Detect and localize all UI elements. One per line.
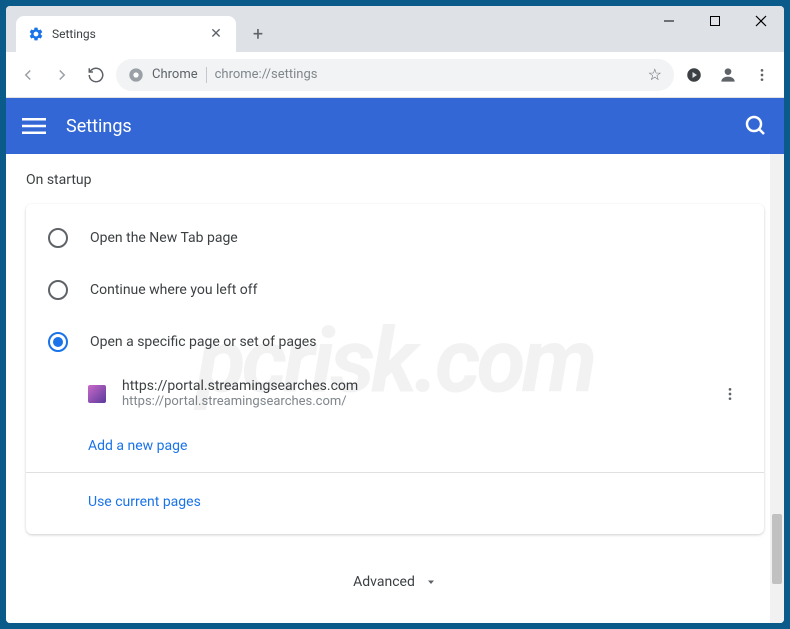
chevron-down-icon xyxy=(425,576,437,588)
settings-page: Settings On startup Open the New Tab pag… xyxy=(6,98,784,623)
close-window-button[interactable] xyxy=(738,6,784,36)
tab-title: Settings xyxy=(52,27,208,41)
gear-icon xyxy=(28,26,44,42)
reload-button[interactable] xyxy=(82,61,110,89)
radio-label: Open a specific page or set of pages xyxy=(90,334,316,350)
page-url: https://portal.streamingsearches.com/ xyxy=(122,394,702,409)
maximize-button[interactable] xyxy=(692,6,738,36)
radio-icon xyxy=(48,228,68,248)
radio-icon xyxy=(48,280,68,300)
divider xyxy=(26,472,764,473)
new-tab-button[interactable]: + xyxy=(244,20,272,48)
use-current-link: Use current pages xyxy=(88,494,201,510)
search-icon[interactable] xyxy=(744,114,768,138)
advanced-toggle[interactable]: Advanced xyxy=(26,574,764,590)
browser-tab[interactable]: Settings ✕ xyxy=(16,16,236,52)
use-current-row[interactable]: Use current pages xyxy=(26,475,764,526)
kebab-menu-icon[interactable] xyxy=(748,61,776,89)
toolbar: Chrome chrome://settings ☆ xyxy=(6,52,784,98)
window-controls xyxy=(646,6,784,36)
scrollbar-thumb[interactable] xyxy=(772,514,782,584)
hamburger-icon[interactable] xyxy=(22,114,46,138)
add-page-link: Add a new page xyxy=(88,438,187,454)
startup-card: Open the New Tab page Continue where you… xyxy=(26,204,764,534)
content-area: Settings On startup Open the New Tab pag… xyxy=(6,98,784,623)
more-actions-icon[interactable] xyxy=(718,382,742,406)
address-chip: Chrome xyxy=(152,67,198,82)
close-icon[interactable]: ✕ xyxy=(208,26,224,42)
browser-window: Settings ✕ + Chrome chrome://settings ☆ xyxy=(6,6,784,623)
settings-header: Settings xyxy=(6,98,784,154)
page-title: Settings xyxy=(66,116,724,137)
separator xyxy=(206,67,207,83)
scrollbar[interactable] xyxy=(770,154,784,623)
titlebar: Settings ✕ + xyxy=(6,6,784,52)
add-page-row[interactable]: Add a new page xyxy=(26,419,764,470)
startup-page-entry: https://portal.streamingsearches.com htt… xyxy=(26,368,764,419)
back-button[interactable] xyxy=(14,61,42,89)
radio-new-tab[interactable]: Open the New Tab page xyxy=(26,212,764,264)
bookmark-star-icon[interactable]: ☆ xyxy=(648,65,662,84)
minimize-button[interactable] xyxy=(646,6,692,36)
address-url: chrome://settings xyxy=(215,67,640,82)
profile-avatar[interactable] xyxy=(714,61,742,89)
radio-continue[interactable]: Continue where you left off xyxy=(26,264,764,316)
radio-label: Open the New Tab page xyxy=(90,230,238,246)
radio-label: Continue where you left off xyxy=(90,282,258,298)
section-title: On startup xyxy=(26,172,764,188)
radio-specific-pages[interactable]: Open a specific page or set of pages xyxy=(26,316,764,368)
chrome-icon xyxy=(128,67,144,83)
page-name: https://portal.streamingsearches.com xyxy=(122,378,702,394)
extensions-button[interactable] xyxy=(680,61,708,89)
forward-button[interactable] xyxy=(48,61,76,89)
scroll-area: On startup Open the New Tab page Continu… xyxy=(6,154,784,623)
address-bar[interactable]: Chrome chrome://settings ☆ xyxy=(116,59,674,91)
page-text: https://portal.streamingsearches.com htt… xyxy=(122,378,702,409)
site-favicon xyxy=(88,385,106,403)
radio-icon xyxy=(48,332,68,352)
advanced-label: Advanced xyxy=(353,574,415,590)
